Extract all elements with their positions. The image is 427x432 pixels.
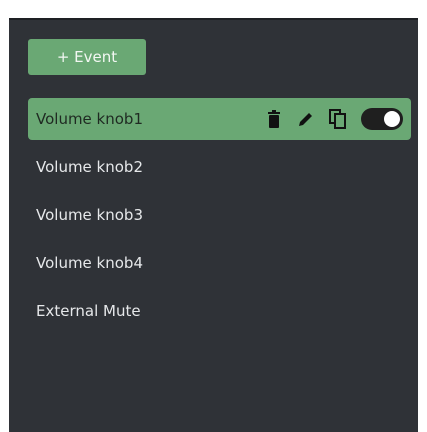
- event-list: Volume knob1 Volume knob2 Volume knob3 V…: [28, 98, 411, 338]
- trash-icon[interactable]: [263, 108, 285, 130]
- event-item-label: Volume knob3: [36, 206, 143, 224]
- top-bar: [0, 0, 427, 18]
- event-item-label: Volume knob1: [36, 110, 143, 128]
- events-panel: + Event Volume knob1 Volume knob2 Volume…: [9, 18, 418, 432]
- enable-toggle[interactable]: [361, 108, 403, 130]
- toggle-knob: [384, 111, 400, 127]
- event-item-volume-knob4[interactable]: Volume knob4: [28, 242, 411, 284]
- event-item-actions: [253, 98, 403, 140]
- pencil-icon[interactable]: [295, 108, 317, 130]
- event-item-label: Volume knob2: [36, 158, 143, 176]
- event-item-volume-knob2[interactable]: Volume knob2: [28, 146, 411, 188]
- event-item-volume-knob1[interactable]: Volume knob1: [28, 98, 411, 140]
- event-item-label: External Mute: [36, 302, 141, 320]
- event-item-label: Volume knob4: [36, 254, 143, 272]
- event-item-external-mute[interactable]: External Mute: [28, 290, 411, 332]
- event-item-volume-knob3[interactable]: Volume knob3: [28, 194, 411, 236]
- copy-icon[interactable]: [327, 108, 349, 130]
- add-event-button[interactable]: + Event: [28, 39, 146, 75]
